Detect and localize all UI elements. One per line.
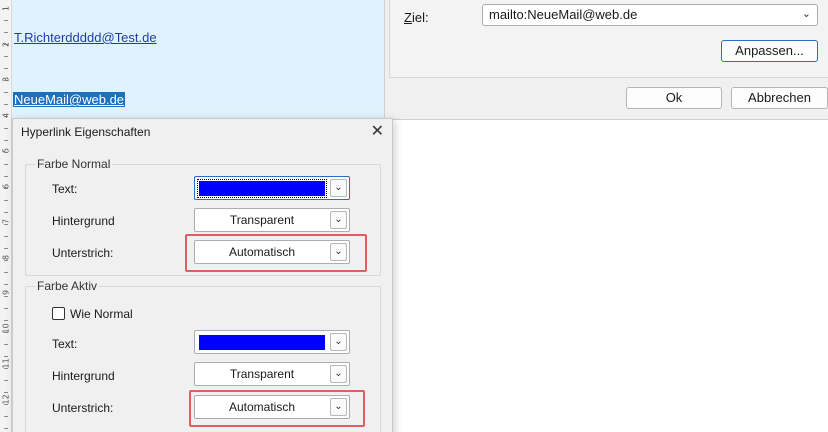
ziel-combobox[interactable]: mailto:NeueMail@web.de ⌄ xyxy=(482,4,818,26)
normal-text-label: Text: xyxy=(52,182,78,196)
active-text-color-swatch xyxy=(199,335,325,350)
ruler-tick xyxy=(4,236,8,237)
normal-text-color-swatch xyxy=(197,179,327,198)
normal-underline-label: Unterstrich: xyxy=(52,246,114,260)
close-icon[interactable]: ✕ xyxy=(371,121,384,141)
ruler-tick xyxy=(4,416,8,417)
ruler-tick xyxy=(4,320,8,321)
ruler-number: 1 xyxy=(1,5,11,12)
ruler-tick xyxy=(4,428,8,429)
ruler-tick xyxy=(4,164,8,165)
ruler-tick xyxy=(4,284,8,285)
ruler-tick xyxy=(4,92,8,93)
normal-underline-combobox[interactable]: Automatisch ⌄ xyxy=(194,240,350,264)
vertical-ruler: 1 2 3 4 5 6 7 8 9 10 11 12 xyxy=(0,0,12,432)
ziel-label-rest: iel: xyxy=(411,10,429,25)
same-as-normal-checkbox[interactable] xyxy=(52,307,65,320)
active-text-label: Text: xyxy=(52,337,78,351)
ruler-tick xyxy=(4,356,8,357)
ruler-tick xyxy=(4,248,8,249)
ruler-tick xyxy=(4,32,8,33)
link-target-dialog: Ziel: mailto:NeueMail@web.de ⌄ Anpassen.… xyxy=(384,0,828,120)
hyperlink-test[interactable]: T.Richterddddd@Test.de xyxy=(14,30,157,45)
active-underline-value: Automatisch xyxy=(228,400,296,414)
ruler-tick xyxy=(4,380,8,381)
ruler-tick xyxy=(4,392,8,393)
chevron-down-icon: ⌄ xyxy=(801,8,811,20)
ruler-tick xyxy=(4,272,8,273)
same-as-normal-label: Wie Normal xyxy=(70,307,133,321)
ruler-number: 7 xyxy=(1,218,11,225)
ruler-tick xyxy=(4,140,8,141)
active-underline-label: Unterstrich: xyxy=(52,401,114,415)
ok-button[interactable]: Ok xyxy=(626,87,722,109)
group-title-active: Farbe Aktiv xyxy=(35,279,100,293)
active-underline-combobox[interactable]: Automatisch ⌄ xyxy=(194,395,350,419)
customize-button[interactable]: Anpassen... xyxy=(721,40,818,62)
normal-background-value: Transparent xyxy=(229,213,295,227)
ruler-number: 6 xyxy=(1,183,11,189)
ruler-tick xyxy=(4,104,8,105)
ruler-tick xyxy=(4,212,8,213)
active-background-value: Transparent xyxy=(229,367,295,381)
chevron-down-icon: ⌄ xyxy=(330,211,347,229)
target-panel: Ziel: mailto:NeueMail@web.de ⌄ Anpassen.… xyxy=(389,0,828,78)
ziel-value: mailto:NeueMail@web.de xyxy=(489,7,638,22)
ruler-tick xyxy=(4,200,8,201)
group-title-normal: Farbe Normal xyxy=(35,157,113,171)
active-background-combobox[interactable]: Transparent ⌄ xyxy=(194,362,350,386)
ruler-number: 2 xyxy=(1,41,11,47)
active-text-color-combobox[interactable]: ⌄ xyxy=(194,330,350,354)
ruler-tick xyxy=(4,344,8,345)
ruler-tick xyxy=(4,68,8,69)
cancel-button[interactable]: Abbrechen xyxy=(731,87,828,109)
chevron-down-icon: ⌄ xyxy=(330,243,347,261)
dialog-title: Hyperlink Eigenschaften xyxy=(21,125,151,139)
chevron-down-icon: ⌄ xyxy=(330,365,347,383)
active-background-label: Hintergrund xyxy=(52,369,115,383)
ruler-number: 12 xyxy=(1,393,11,404)
ruler-number: 10 xyxy=(1,322,11,333)
ruler-number: 5 xyxy=(1,147,11,154)
normal-background-label: Hintergrund xyxy=(52,214,115,228)
ruler-number: 9 xyxy=(1,289,11,296)
hyperlink-properties-dialog: Hyperlink Eigenschaften ✕ Farbe Normal T… xyxy=(12,118,393,432)
ruler-tick xyxy=(4,20,8,21)
ruler-number: 8 xyxy=(1,254,11,260)
ruler-number: 4 xyxy=(1,112,11,118)
ruler-tick xyxy=(4,56,8,57)
ziel-label: Ziel: xyxy=(404,10,429,25)
ruler-tick xyxy=(4,308,8,309)
hyperlink-selected[interactable]: NeueMail@web.de xyxy=(13,92,126,107)
ruler-number: 3 xyxy=(1,76,11,83)
normal-text-color-combobox[interactable]: ⌄ xyxy=(194,176,350,200)
chevron-down-icon: ⌄ xyxy=(330,398,347,416)
chevron-down-icon: ⌄ xyxy=(330,333,347,351)
ruler-number: 11 xyxy=(1,358,11,369)
normal-underline-value: Automatisch xyxy=(228,245,296,259)
ruler-tick xyxy=(4,128,8,129)
normal-background-combobox[interactable]: Transparent ⌄ xyxy=(194,208,350,232)
ruler-tick xyxy=(4,176,8,177)
chevron-down-icon: ⌄ xyxy=(330,179,347,197)
